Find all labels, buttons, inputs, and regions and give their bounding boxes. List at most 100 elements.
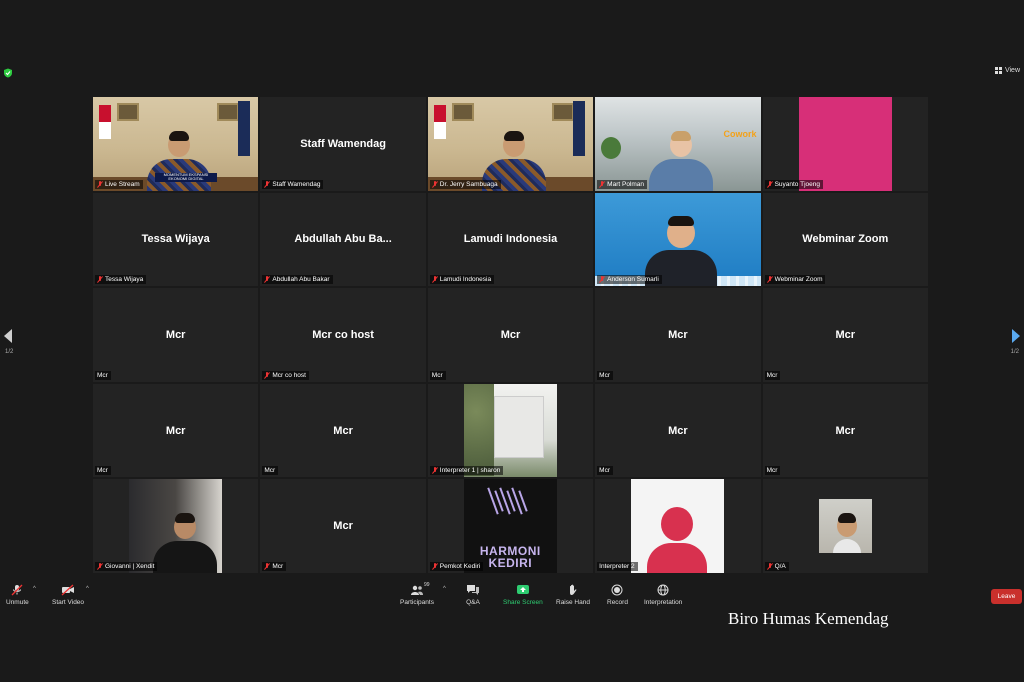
meeting-toolbar: Unmute ^ Start Video ^ 99 Participants ^… <box>0 580 1024 612</box>
participant-label: Dr. Jerry Sambuaga <box>429 179 501 189</box>
cowork-logo: Cowork <box>723 129 757 139</box>
security-shield-icon[interactable] <box>3 68 13 78</box>
participant-person <box>832 512 861 553</box>
participant-display-name: Mcr <box>668 328 688 341</box>
participant-tile-qa[interactable]: Q/A <box>762 479 928 573</box>
participant-label: Anderson Sumarli <box>597 275 662 285</box>
participant-tile-mcr[interactable]: Mcr Mcr <box>427 288 594 382</box>
participant-tile-lamudi-indonesia[interactable]: Lamudi Indonesia Lamudi Indonesia <box>427 192 594 287</box>
participant-tile-jerry-sambuaga[interactable]: Dr. Jerry Sambuaga <box>427 97 594 191</box>
mic-muted-icon <box>767 180 773 188</box>
participant-display-name: Mcr <box>500 328 521 341</box>
participant-tile-mcr-co-host[interactable]: Mcr co host Mcr co host <box>260 288 426 382</box>
participant-display-name: Tessa Wijaya <box>141 233 210 246</box>
participant-label: Pemkot Kediri <box>429 561 484 571</box>
participant-label: Abdullah Abu Bakar <box>262 275 333 285</box>
participant-label: Interpreter 2 <box>597 561 638 571</box>
participants-button[interactable]: 99 Participants <box>400 582 434 606</box>
mic-muted-icon <box>264 276 270 283</box>
mic-muted-icon <box>432 180 438 188</box>
grid-view-icon <box>994 67 1002 74</box>
video-feed <box>595 192 761 287</box>
participant-display-name: Mcr <box>835 424 856 437</box>
video-feed <box>798 97 892 191</box>
qa-chat-icon <box>466 584 480 596</box>
page-indicator-left: 1/2 <box>5 349 14 355</box>
watermark: Biro Humas Kemendag <box>728 609 889 628</box>
mic-muted-icon <box>97 276 103 283</box>
view-label: View <box>1004 67 1020 74</box>
participant-label: Live Stream <box>95 179 143 189</box>
participant-tile-mcr[interactable]: Mcr Mcr <box>762 288 928 382</box>
participant-label: Lamudi Indonesia <box>429 275 495 285</box>
participant-tile-webminar-zoom[interactable]: Webminar Zoom Webminar Zoom <box>762 192 928 287</box>
participant-label: Webminar Zoom <box>764 275 826 285</box>
video-feed <box>631 479 725 573</box>
participant-label: Giovanni | Xendit <box>95 561 158 571</box>
previous-page-arrow-icon[interactable] <box>3 328 13 344</box>
next-page-arrow-icon[interactable] <box>1011 328 1021 344</box>
participant-tile-mcr[interactable]: Mcr Mcr <box>595 383 761 478</box>
participant-label: Mart Polman <box>597 179 648 189</box>
raise-hand-button[interactable]: Raise Hand <box>556 584 590 606</box>
participant-label: Mcr <box>95 370 111 380</box>
video-feed: MOMENTUM EKSPANSI EKONOMI DIGITAL <box>93 97 259 191</box>
participant-tile-pemkot-kediri[interactable]: HARMONI KEDIRI Pemkot Kediri <box>427 479 594 573</box>
participant-label: Mcr <box>262 466 279 476</box>
participant-tile-mcr[interactable]: Mcr Mcr <box>762 383 928 478</box>
video-feed <box>818 499 872 553</box>
audio-options-caret-icon[interactable]: ^ <box>33 586 36 592</box>
participant-tile-interpreter-2[interactable]: Interpreter 2 <box>595 479 761 573</box>
participant-display-name: Mcr <box>333 424 353 437</box>
participant-display-name: Lamudi Indonesia <box>463 233 558 246</box>
qa-button[interactable]: Q&A <box>466 584 480 606</box>
mic-muted-icon <box>767 562 773 570</box>
interpretation-button[interactable]: Interpretation <box>644 584 682 606</box>
globe-icon <box>656 584 670 596</box>
mic-muted-icon <box>264 180 270 188</box>
record-button[interactable]: Record <box>607 584 628 606</box>
participant-label: Mcr <box>764 466 781 476</box>
participant-tile-suyanto-tjoeng[interactable]: Suyanto Tjoeng <box>762 97 928 191</box>
participant-tile-tessa-wijaya[interactable]: Tessa Wijaya Tessa Wijaya <box>93 192 259 287</box>
leave-button[interactable]: Leave <box>991 589 1022 604</box>
mic-muted-icon <box>264 562 270 570</box>
participant-tile-mcr[interactable]: Mcr Mcr <box>93 383 259 478</box>
participant-tile-abdullah-abu-bakar[interactable]: Abdullah Abu Ba... Abdullah Abu Bakar <box>260 192 426 287</box>
share-screen-button[interactable]: Share Screen <box>503 584 543 606</box>
participant-tile-anderson-sumarli[interactable]: Anderson Sumarli <box>595 192 761 287</box>
flag-icon <box>433 105 446 139</box>
participant-tile-mcr[interactable]: Mcr Mcr <box>93 288 259 382</box>
video-options-caret-icon[interactable]: ^ <box>86 586 89 592</box>
participant-display-name: Mcr <box>165 424 186 437</box>
participant-tile-live-stream[interactable]: MOMENTUM EKSPANSI EKONOMI DIGITAL Live St… <box>93 97 259 191</box>
participant-tile-mcr[interactable]: Mcr Mcr <box>595 288 761 382</box>
video-feed: Cowork <box>595 97 761 191</box>
participant-label: Mcr <box>597 466 614 476</box>
participant-tile-mart-polman[interactable]: Cowork Mart Polman <box>595 97 761 191</box>
raise-hand-icon <box>566 584 580 596</box>
flag-icon <box>99 105 111 139</box>
participant-tile-interpreter-1[interactable]: Interpreter 1 | sharon <box>427 383 594 478</box>
participants-count: 99 <box>423 582 430 588</box>
participant-tile-giovanni[interactable]: Giovanni | Xendit <box>93 479 259 573</box>
participants-options-caret-icon[interactable]: ^ <box>443 586 446 592</box>
unmute-button[interactable]: Unmute <box>6 584 29 606</box>
mic-muted-icon <box>432 562 438 570</box>
participant-label: Tessa Wijaya <box>95 275 147 285</box>
participant-tile-staff-wamendag[interactable]: Staff Wamendag Staff Wamendag <box>260 97 426 191</box>
participant-label: Mcr <box>429 370 446 380</box>
video-feed <box>129 479 222 573</box>
participant-display-name: Mcr <box>668 424 688 437</box>
view-button[interactable]: View <box>994 67 1020 74</box>
video-feed <box>427 97 594 191</box>
participant-label: Mcr <box>95 466 111 476</box>
mic-muted-icon <box>264 371 270 379</box>
participant-tile-mcr[interactable]: Mcr Mcr <box>260 383 426 478</box>
participant-person <box>649 130 714 191</box>
participant-display-name: Abdullah Abu Ba... <box>294 233 392 246</box>
participant-tile-mcr[interactable]: Mcr Mcr <box>260 479 426 573</box>
participant-label: Mcr <box>262 561 287 571</box>
start-video-button[interactable]: Start Video <box>52 584 84 606</box>
mic-muted-icon <box>767 276 773 283</box>
